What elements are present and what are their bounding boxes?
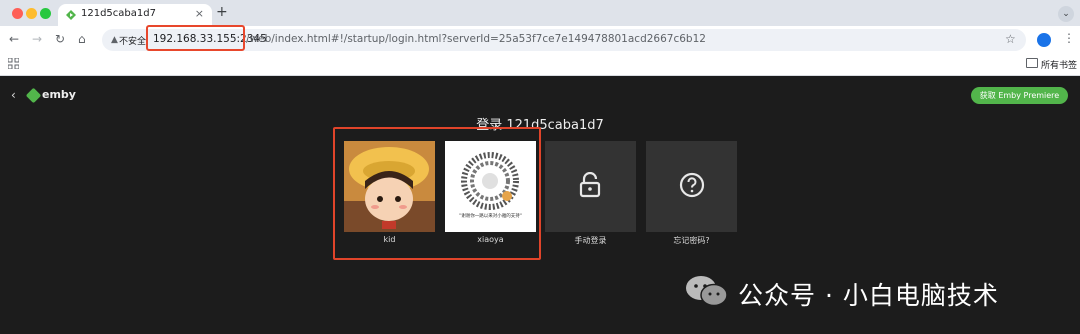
browser-tab-bar: 121d5caba1d7 × + ⌄ bbox=[0, 0, 1080, 26]
apps-grid-icon[interactable] bbox=[8, 58, 19, 69]
url-highlight-box bbox=[146, 25, 245, 51]
minimize-window-button[interactable] bbox=[26, 8, 37, 19]
tab-close-icon[interactable]: × bbox=[195, 7, 204, 20]
emby-logo-icon bbox=[25, 87, 42, 104]
emby-favicon-icon bbox=[66, 10, 76, 20]
browser-menu-button[interactable]: ⋮ bbox=[1063, 31, 1075, 45]
back-arrow-icon[interactable]: ‹ bbox=[11, 88, 16, 102]
watermark-text: 公众号 · 小白电脑技术 bbox=[738, 281, 999, 310]
forward-button[interactable]: → bbox=[32, 32, 42, 46]
question-icon bbox=[679, 172, 705, 198]
profile-avatar[interactable] bbox=[1037, 33, 1051, 47]
tab-search-button[interactable]: ⌄ bbox=[1058, 6, 1074, 22]
new-tab-button[interactable]: + bbox=[216, 4, 228, 20]
reload-button[interactable]: ↻ bbox=[55, 32, 65, 46]
back-button[interactable]: ← bbox=[9, 32, 19, 46]
manual-login-button[interactable] bbox=[545, 141, 636, 232]
tab-title: 121d5caba1d7 bbox=[81, 8, 156, 19]
lock-icon bbox=[579, 172, 601, 198]
maximize-window-button[interactable] bbox=[40, 8, 51, 19]
forgot-password-label[interactable]: 忘记密码? bbox=[646, 235, 737, 246]
forgot-password-button[interactable] bbox=[646, 141, 737, 232]
all-bookmarks-link[interactable]: 所有书签 bbox=[1041, 58, 1077, 71]
close-window-button[interactable] bbox=[12, 8, 23, 19]
browser-tab[interactable]: 121d5caba1d7 × bbox=[58, 4, 212, 26]
not-secure-icon[interactable]: ▲ bbox=[111, 35, 118, 45]
users-highlight-box bbox=[333, 127, 541, 260]
bookmark-star-icon[interactable]: ☆ bbox=[1005, 32, 1016, 46]
folder-icon bbox=[1026, 58, 1038, 68]
wechat-icon bbox=[686, 276, 728, 307]
url-path: /web/index.html#!/startup/login.html?ser… bbox=[246, 33, 706, 45]
manual-login-label[interactable]: 手动登录 bbox=[545, 235, 636, 246]
emby-brand: emby bbox=[42, 88, 76, 101]
home-button[interactable]: ⌂ bbox=[78, 32, 86, 46]
get-premiere-button[interactable]: 获取 Emby Premiere bbox=[971, 87, 1068, 104]
security-label[interactable]: 不安全 bbox=[119, 34, 146, 47]
bookmarks-bar: 所有书签 bbox=[0, 54, 1080, 76]
